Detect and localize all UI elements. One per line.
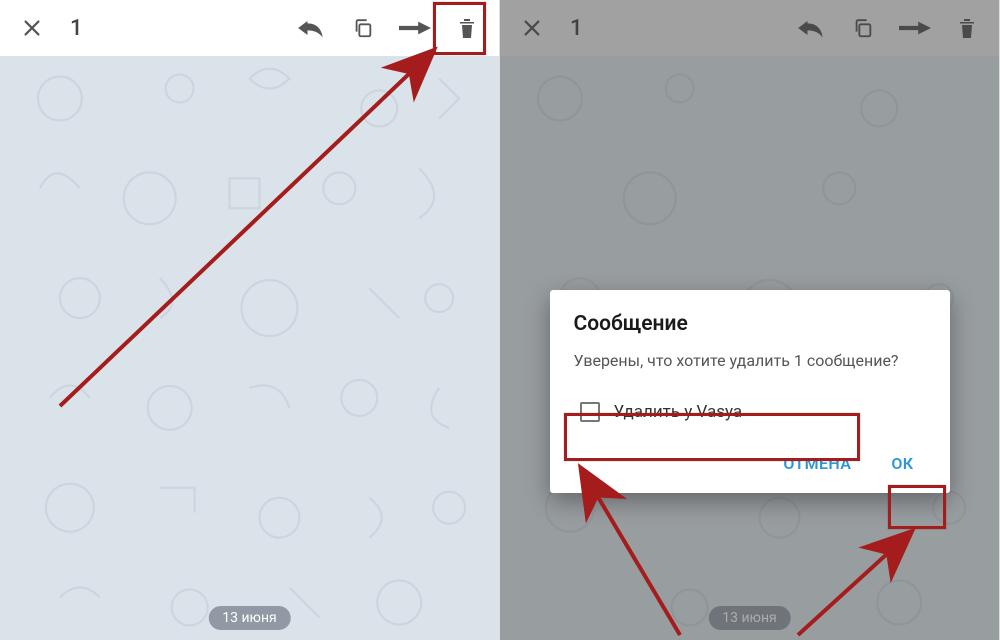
delete-confirm-dialog: Сообщение Уверены, что хотите удалить 1 … bbox=[550, 290, 950, 493]
dialog-body: Уверены, что хотите удалить 1 сообщение? bbox=[574, 350, 926, 372]
delete-button[interactable] bbox=[445, 6, 489, 50]
left-panel: 1 13 июня bbox=[0, 0, 500, 640]
right-panel: 1 13 июня Сообщение bbox=[500, 0, 1000, 640]
delete-for-other-label: Удалить у Vasya bbox=[614, 402, 743, 422]
selection-count: 1 bbox=[70, 16, 83, 41]
cancel-button[interactable]: ОТМЕНА bbox=[771, 444, 863, 483]
forward-button[interactable] bbox=[393, 6, 437, 50]
delete-for-other-row[interactable]: Удалить у Vasya bbox=[574, 394, 926, 430]
copy-button[interactable] bbox=[341, 6, 385, 50]
dialog-actions: ОТМЕНА ОК bbox=[574, 444, 926, 483]
close-button[interactable] bbox=[10, 6, 54, 50]
date-separator: 13 июня bbox=[208, 606, 290, 630]
selection-toolbar: 1 bbox=[0, 0, 499, 56]
dialog-title: Сообщение bbox=[574, 312, 926, 336]
chat-background: 13 июня bbox=[0, 56, 499, 640]
delete-for-other-checkbox[interactable] bbox=[580, 402, 600, 422]
reply-button[interactable] bbox=[289, 6, 333, 50]
ok-button[interactable]: ОК bbox=[879, 444, 925, 483]
